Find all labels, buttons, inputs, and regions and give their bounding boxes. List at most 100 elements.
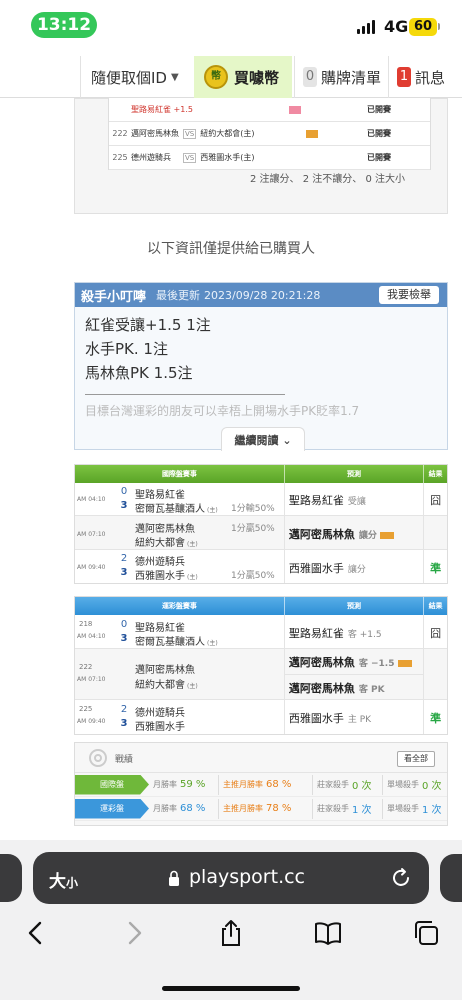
read-more-button[interactable]: 繼續閱讀 ⌄ — [221, 427, 305, 451]
single-killer: 0 次 — [422, 781, 442, 792]
back-icon[interactable] — [21, 918, 51, 948]
network-type: 4G — [384, 17, 409, 36]
table-row[interactable]: 225 AM 09:40 2 3 德州遊騎兵 西雅圖水手 西雅圖水手主 PK 準 — [75, 700, 447, 734]
header-event: 運彩盤賽事 — [75, 597, 285, 615]
table-row[interactable]: AM 09:40 2 3 德州遊騎兵 西雅圖水手 (主) 1分贏50% 西雅圖水手… — [75, 550, 447, 583]
messages-button[interactable]: 1 訊息 — [388, 56, 462, 98]
game-time: AM 04:10 — [77, 496, 106, 503]
record-row-tw: 運彩盤 月勝率 68 % 主推月勝率 78 % 莊家殺手 1 次 單場殺手 1 次 — [75, 797, 447, 821]
home-marker: (主) — [207, 507, 218, 514]
table-header: 運彩盤賽事 預測 結果 — [75, 597, 447, 615]
cart-button[interactable]: 0 購牌清單 — [294, 56, 386, 98]
home-score: 3 — [120, 633, 128, 644]
forward-icon[interactable] — [119, 918, 149, 948]
battery-tip — [438, 23, 440, 30]
updated-time: 2023/09/28 20:21:28 — [204, 288, 321, 302]
report-button[interactable]: 我要檢舉 — [379, 286, 439, 304]
updated-label: 最後更新 — [156, 289, 201, 302]
read-more-label: 繼續閱讀 — [234, 434, 279, 447]
chevron-down-icon: ⌄ — [282, 434, 292, 447]
text-size-small: 小 — [66, 876, 79, 890]
vs-label: VS — [183, 128, 197, 139]
home-score: 3 — [120, 718, 128, 729]
pick-kind: 讓分 — [358, 531, 377, 541]
text-size-button[interactable]: 大小 — [49, 867, 78, 892]
home-score: 3 — [120, 500, 128, 511]
result-lose: 囧 — [430, 627, 442, 640]
pick-kind: 客 +1.5 — [347, 630, 382, 640]
home-marker: (主) — [187, 574, 198, 581]
cart-count: 0 — [303, 67, 317, 87]
bookmarks-icon[interactable] — [313, 918, 343, 948]
buy-coins-label: 買噱幣 — [234, 68, 280, 87]
pick-kind: 客 −1.5 — [358, 659, 395, 669]
bookie-killer: 0 次 — [352, 781, 372, 792]
divider — [85, 385, 285, 395]
game-number: 222 — [79, 663, 93, 671]
result-lose: 囧 — [430, 494, 442, 507]
game-number: 218 — [79, 620, 93, 628]
table-header: 國際盤賽事 預測 結果 — [75, 465, 447, 483]
main-rate: 78 % — [266, 803, 292, 814]
list-item[interactable]: 聖路易紅雀 +1.5 已開賽 — [109, 98, 430, 122]
table-row[interactable]: 218 AM 04:10 0 3 聖路易紅雀 密爾瓦基釀酒人 (主) 聖路易紅雀客… — [75, 615, 447, 649]
home-score: 3 — [120, 567, 128, 578]
text-size-large: 大 — [49, 872, 66, 892]
battery-icon: 60 — [409, 18, 437, 36]
pick-team: 西雅圖水手 — [288, 712, 344, 725]
game-time: AM 04:10 — [77, 633, 106, 640]
month-rate: 68 % — [180, 803, 206, 814]
game-status: 已開賽 — [367, 129, 391, 138]
game-time: AM 09:40 — [77, 564, 106, 571]
result-win: 準 — [430, 562, 442, 575]
tip-line: 紅雀受讓+1.5 1注 — [85, 316, 211, 334]
purchase-summary: 2 注讓分、 2 注不讓分、 0 注大小 — [250, 174, 405, 185]
view-all-button[interactable]: 看全部 — [397, 751, 435, 767]
next-tab-peek[interactable] — [440, 854, 462, 902]
tabs-icon[interactable] — [411, 918, 441, 948]
address-bar[interactable]: 大小 playsport.cc — [33, 852, 429, 904]
tag-icon — [306, 129, 319, 138]
table-row[interactable]: AM 04:10 0 3 聖路易紅雀 密爾瓦基釀酒人 (主) 1分輸50% 聖路易… — [75, 483, 447, 516]
list-item[interactable]: 222 邁阿密馬林魚 VS 紐約大都會(主) 已開賽 — [109, 122, 430, 146]
record-row-intl: 國際盤 月勝率 59 % 主推月勝率 68 % 莊家殺手 0 次 單場殺手 0 次 — [75, 773, 447, 797]
home-marker: (主) — [207, 640, 218, 647]
main-rate-label: 主推月勝率 — [223, 780, 263, 789]
tip-panel: 殺手小叮嚀 最後更新 2023/09/28 20:21:28 我要檢舉 紅雀受讓… — [74, 282, 448, 451]
tag-icon — [289, 105, 301, 114]
header-prediction: 預測 — [285, 465, 425, 483]
random-id-label: 隨便取個ID — [91, 68, 167, 87]
header-event: 國際盤賽事 — [75, 465, 285, 483]
main-rate-label: 主推月勝率 — [223, 804, 263, 813]
home-team: 密爾瓦基釀酒人 — [135, 504, 205, 515]
pick-kind: 受讓 — [347, 497, 366, 507]
table-row[interactable]: AM 07:10 邁阿密馬林魚 紐約大都會 (主) 1分贏50% 邁阿密馬林魚 讓分 — [75, 516, 447, 550]
record-title: 戰績 — [115, 755, 134, 765]
pick-team: 西雅圖水手 — [288, 562, 344, 575]
pick-team: 邁阿密馬林魚 — [288, 656, 355, 669]
record-label: 運彩盤 — [75, 798, 149, 819]
share-icon[interactable] — [216, 918, 246, 948]
table-row[interactable]: 222 AM 07:10 邁阿密馬林魚 紐約大都會 (主) 邁阿密馬林魚客 −1.… — [75, 649, 447, 700]
random-id-dropdown[interactable]: 隨便取個ID ▼ — [80, 56, 192, 98]
list-item[interactable]: 225 德州遊騎兵 VS 西雅圖水手(主) 已開賽 — [109, 146, 430, 170]
away-score: 0 — [120, 619, 128, 630]
game-time: AM 07:10 — [77, 531, 106, 538]
pick-team: 聖路易紅雀 — [288, 627, 344, 640]
buyers-only-notice: 以下資訊僅提供給已購買人 — [147, 241, 315, 257]
home-marker: (主) — [187, 541, 198, 548]
away-team: 聖路易紅雀 — [135, 490, 185, 501]
reload-icon[interactable] — [389, 866, 413, 890]
previous-tab-peek[interactable] — [0, 854, 22, 902]
lock-icon — [169, 870, 179, 886]
buy-coins-button[interactable]: 幣 買噱幣 — [194, 56, 292, 98]
away-team: 邁阿密馬林魚 — [135, 524, 195, 535]
tip-title: 殺手小叮嚀 — [81, 289, 147, 305]
tip-line: 水手PK. 1注 — [85, 340, 168, 358]
away-team: 邁阿密馬林魚 — [135, 665, 195, 676]
coin-icon: 幣 — [204, 65, 228, 89]
message-count: 1 — [397, 67, 411, 87]
tip-header: 殺手小叮嚀 最後更新 2023/09/28 20:21:28 我要檢舉 — [75, 283, 447, 307]
tw-prediction-table: 運彩盤賽事 預測 結果 218 AM 04:10 0 3 聖路易紅雀 密爾瓦基釀… — [74, 596, 448, 735]
main-pick-tag-icon — [397, 659, 412, 667]
